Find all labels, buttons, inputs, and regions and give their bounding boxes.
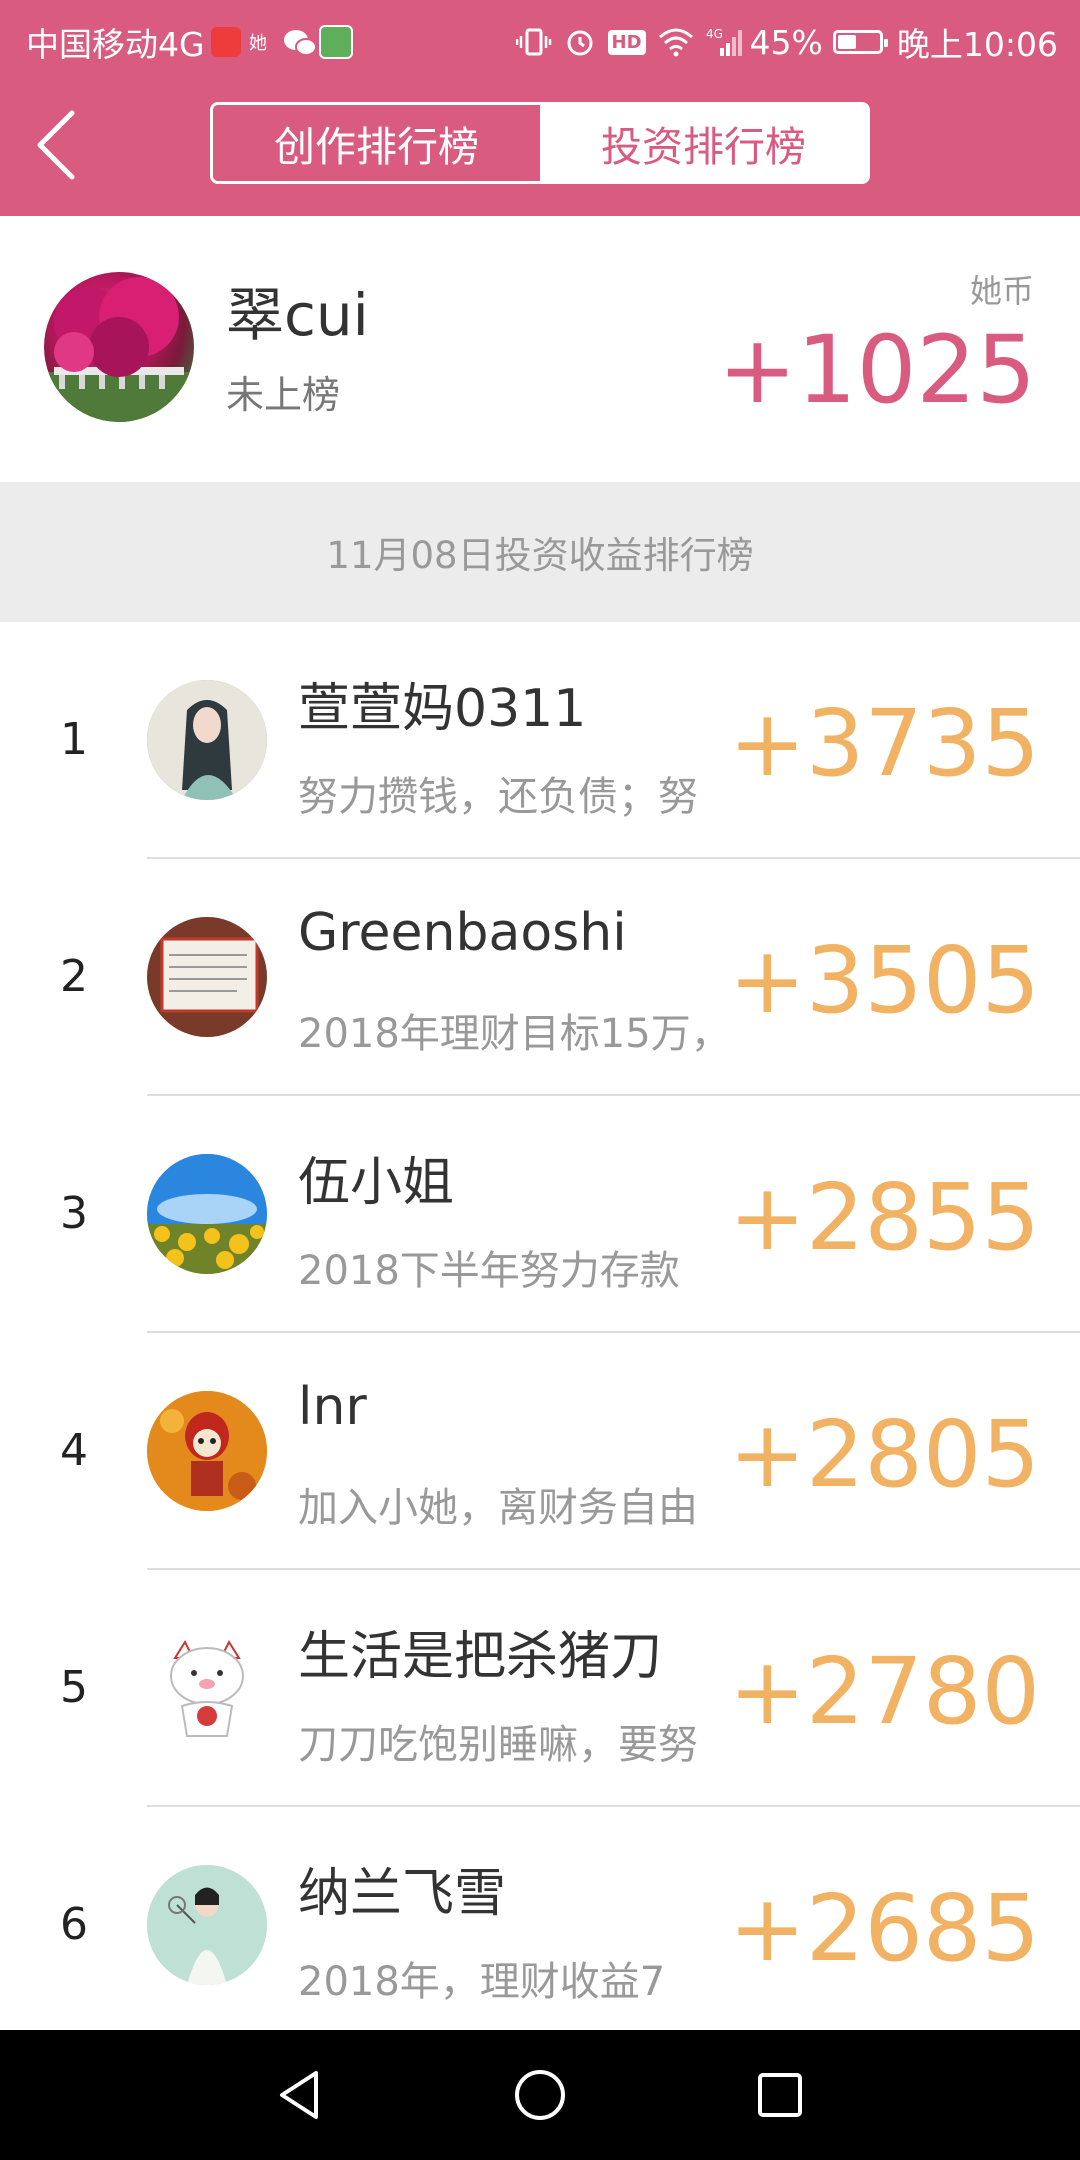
alarm-icon <box>564 26 596 58</box>
top-nav: 创作排行榜 投资排行榜 <box>0 75 1080 216</box>
coin-label: 她币 <box>969 272 1034 310</box>
woman-illustration-image <box>147 680 267 800</box>
list-item[interactable]: 4 lnr 加入小她，离财务自由 +2805 <box>0 1333 1080 1570</box>
cartoon-character-image <box>147 1391 267 1511</box>
avatar[interactable] <box>147 1154 267 1274</box>
avatar[interactable] <box>147 1391 267 1511</box>
user-name: Greenbaoshi <box>298 903 627 963</box>
hd-badge: HD <box>607 29 646 55</box>
list-item[interactable]: 3 伍小姐 2018下半年努力存款 +2855 <box>0 1096 1080 1333</box>
user-name: 生活是把杀猪刀 <box>298 1627 663 1687</box>
rank-number: 3 <box>60 1188 88 1239</box>
clock: 晚上10:06 <box>896 25 1058 64</box>
rank-number: 2 <box>60 951 88 1002</box>
battery-percent: 45% <box>749 22 823 62</box>
list-item[interactable]: 5 生活是把杀猪刀 刀刀吃饱别睡嘛，要努 +2780 <box>0 1570 1080 1807</box>
date-banner: 11月08日投资收益排行榜 <box>0 482 1080 622</box>
battery-fill <box>837 35 856 49</box>
svg-text:4G: 4G <box>706 27 723 41</box>
status-left: 中国移动4G 她 <box>26 18 353 66</box>
gain-value: +3505 <box>728 927 1040 1034</box>
gain-value: +2780 <box>728 1638 1040 1745</box>
tab-creation-ranking[interactable]: 创作排行榜 <box>213 105 540 181</box>
battery-icon <box>832 30 888 54</box>
nav-recents-button[interactable] <box>750 2065 810 2125</box>
user-motto: 2018下半年努力存款 <box>298 1248 680 1294</box>
avatar[interactable] <box>147 917 267 1037</box>
woman-portrait-image <box>147 1865 267 1985</box>
list-item[interactable]: 1 萱萱妈0311 努力攒钱，还负债；努 +3735 <box>0 622 1080 859</box>
user-motto: 2018年理财目标15万， <box>298 1011 731 1057</box>
tab-investment-ranking[interactable]: 投资排行榜 <box>540 105 867 181</box>
user-name: 纳兰飞雪 <box>298 1864 507 1924</box>
status-bar: 中国移动4G 她 HD 4G 45% 晚上10:06 <box>0 0 1080 75</box>
nav-back-button[interactable] <box>270 2065 330 2125</box>
my-name: 翠cui <box>226 281 369 349</box>
gain-value: +2805 <box>728 1401 1040 1508</box>
toutiao-icon <box>210 27 241 57</box>
my-rank-status: 未上榜 <box>226 373 341 417</box>
user-motto: 努力攒钱，还负债；努 <box>298 774 698 820</box>
signal-icon: 4G <box>706 26 744 58</box>
avatar[interactable] <box>147 1865 267 1985</box>
list-item[interactable]: 6 纳兰飞雪 2018年，理财收益7 +2685 <box>0 1807 1080 2044</box>
status-right: HD 4G 45% 晚上10:06 <box>504 18 1058 66</box>
ranking-list: 1 萱萱妈0311 努力攒钱，还负债；努 +3735 2 Greenbaoshi… <box>0 622 1080 2044</box>
ranking-tabs: 创作排行榜 投资排行榜 <box>210 102 870 184</box>
green-app-icon <box>318 25 353 59</box>
avatar[interactable] <box>44 272 194 422</box>
back-arrow-icon <box>37 110 75 180</box>
user-motto: 加入小她，离财务自由 <box>298 1485 698 1531</box>
wifi-icon <box>658 27 694 57</box>
rank-number: 4 <box>60 1425 88 1476</box>
nav-home-button[interactable] <box>510 2065 570 2125</box>
avatar[interactable] <box>147 680 267 800</box>
user-name: 伍小姐 <box>298 1153 455 1213</box>
back-button[interactable] <box>30 105 90 185</box>
rank-number: 1 <box>60 714 88 765</box>
gain-value: +2685 <box>728 1875 1040 1982</box>
user-motto: 刀刀吃饱别睡嘛，要努 <box>298 1722 698 1768</box>
circle-home-icon <box>515 2070 565 2120</box>
avatar[interactable] <box>147 1628 267 1748</box>
rank-number: 5 <box>60 1662 88 1713</box>
svg-text:她: 她 <box>249 33 267 54</box>
note-card-image <box>147 917 267 1037</box>
cartoon-pig-image <box>147 1628 267 1748</box>
my-ranking-card[interactable]: 翠cui 未上榜 她币 +1025 <box>0 216 1080 482</box>
tahui-icon: 她 <box>247 27 277 57</box>
user-name: 萱萱妈0311 <box>298 679 587 739</box>
rank-number: 6 <box>60 1899 88 1950</box>
flower-tree-image <box>44 277 194 422</box>
user-name: lnr <box>298 1377 367 1437</box>
gain-value: +3735 <box>728 690 1040 797</box>
sunflower-field-image <box>147 1154 267 1274</box>
wechat-icon <box>283 27 317 57</box>
coin-value: +1025 <box>718 316 1036 425</box>
user-motto: 2018年，理财收益7 <box>298 1959 666 2005</box>
system-nav-bar <box>0 2030 1080 2160</box>
app-header: 中国移动4G 她 HD 4G 45% 晚上10:06 创作排行榜 投资排行榜 <box>0 0 1080 216</box>
triangle-back-icon <box>280 2071 318 2119</box>
carrier-label: 中国移动4G <box>26 25 205 64</box>
square-recents-icon <box>758 2073 802 2117</box>
gain-value: +2855 <box>728 1164 1040 1271</box>
list-item[interactable]: 2 Greenbaoshi 2018年理财目标15万， +3505 <box>0 859 1080 1096</box>
vibrate-icon <box>515 27 552 57</box>
